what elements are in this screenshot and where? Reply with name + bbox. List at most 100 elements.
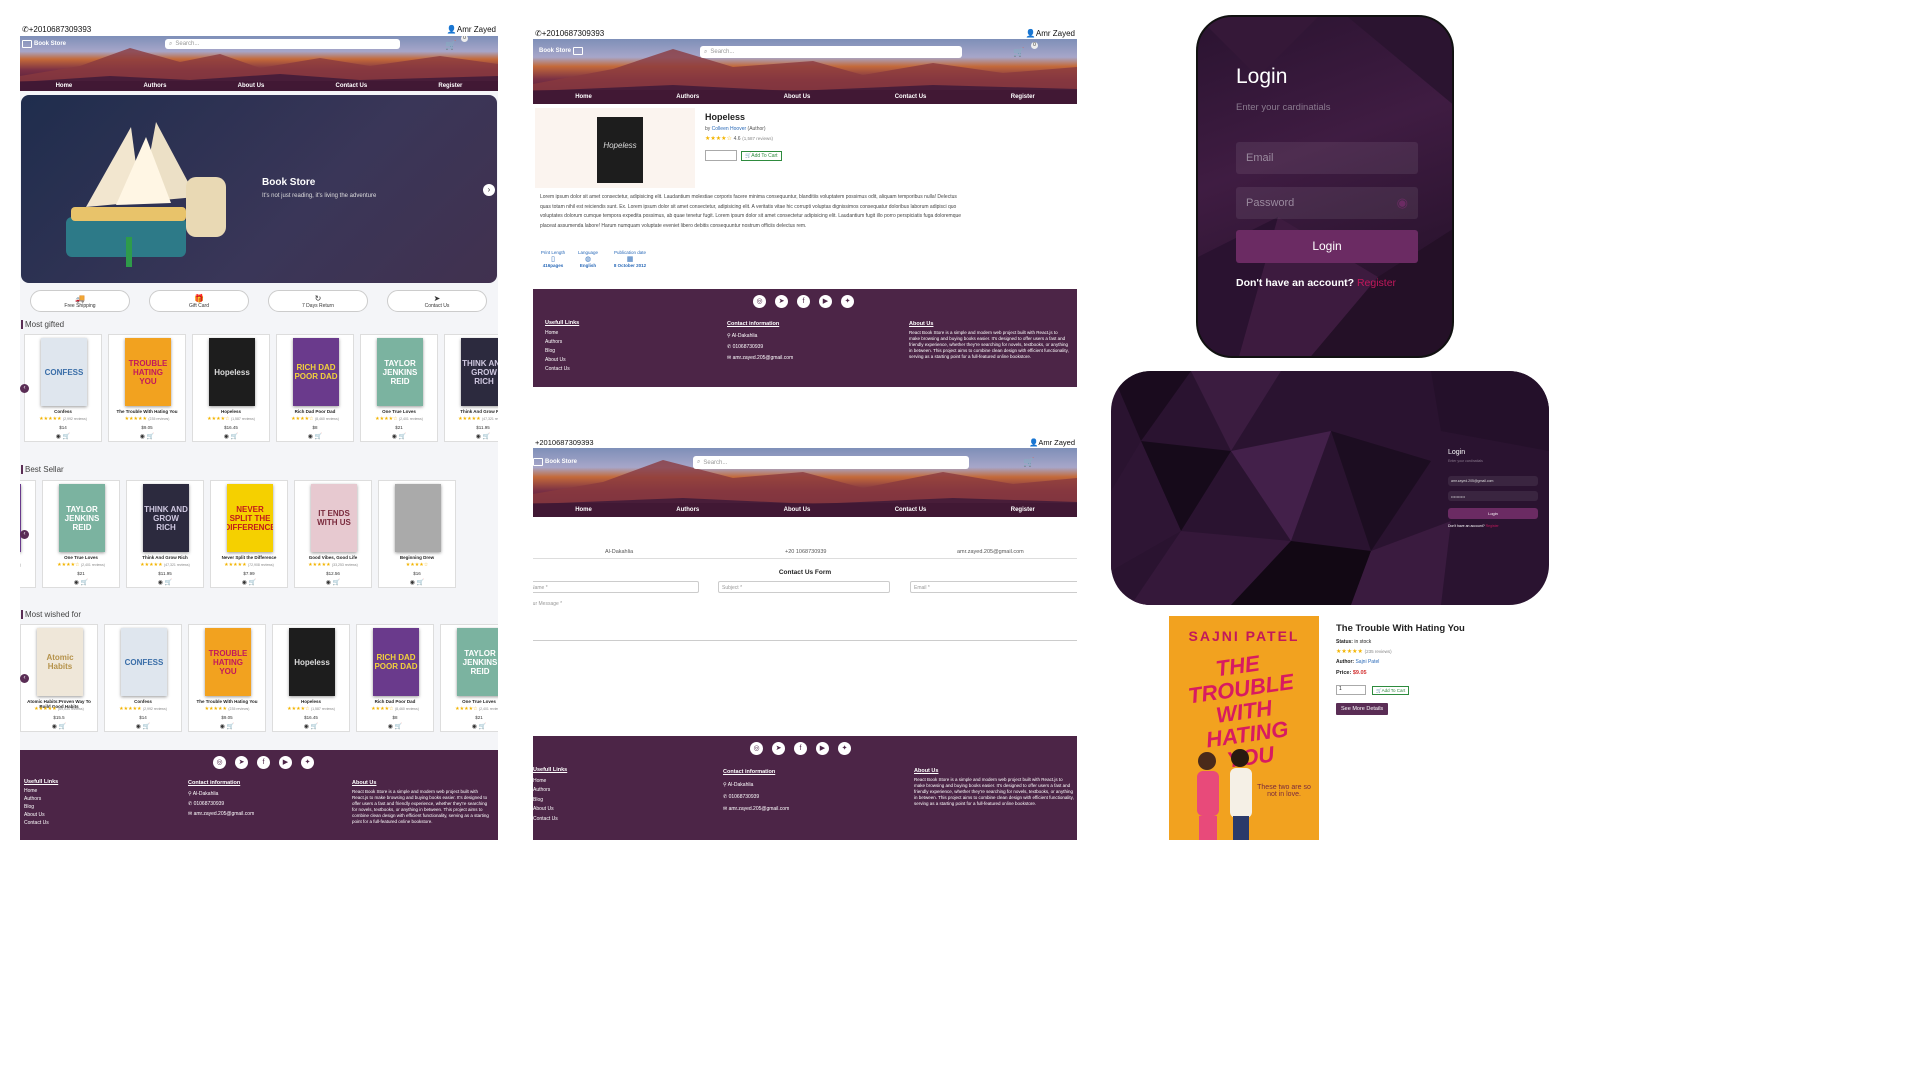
add-to-cart-button[interactable]: 🛒Add To Cart xyxy=(1372,686,1410,695)
nav-register[interactable]: Register xyxy=(438,83,462,89)
nav-register[interactable]: Register xyxy=(1011,94,1035,100)
nav-contact[interactable]: Contact Us xyxy=(895,507,927,513)
cart-icon[interactable]: 🛒 xyxy=(227,724,234,730)
subject-field[interactable]: Subject * xyxy=(718,581,890,593)
eye-icon[interactable]: ◉ xyxy=(392,434,397,440)
register-link[interactable]: Register xyxy=(1486,524,1499,528)
cart-icon[interactable]: 🛒 xyxy=(1013,47,1024,58)
book-card[interactable]: Hopeless Hopeless ★★★★☆ (1,587 reviews) $16… xyxy=(272,624,350,732)
slider-next-button[interactable]: › xyxy=(483,184,495,196)
eye-icon[interactable]: ◉ xyxy=(158,580,163,586)
cart-icon[interactable]: 🛒 xyxy=(147,434,154,440)
footer-link[interactable]: About Us xyxy=(533,805,567,815)
book-cover[interactable] xyxy=(395,484,441,552)
footer-link[interactable]: About Us xyxy=(545,356,579,365)
search-input[interactable]: ⌕ Search... xyxy=(165,39,400,49)
name-field[interactable]: Name * xyxy=(533,581,699,593)
book-cover[interactable]: Atomic Habits xyxy=(37,628,83,696)
footer-email[interactable]: ✉ amr.zayed.205@gmail.com xyxy=(727,353,793,364)
book-cover[interactable]: CONFESS xyxy=(41,338,87,406)
footer-link[interactable]: Home xyxy=(24,787,58,795)
book-card[interactable]: IT ENDS WITH US Good Vibes, Good Life ★★★★… xyxy=(294,480,372,588)
footer-link[interactable]: Contact Us xyxy=(533,815,567,825)
book-cover[interactable]: NEVER SPLIT THE DIFFERENCE xyxy=(227,484,273,552)
facebook-icon[interactable]: f xyxy=(797,295,810,308)
book-cover[interactable]: TAYLOR JENKINS REID xyxy=(457,628,498,696)
login-button[interactable]: Login xyxy=(1448,508,1538,519)
row-prev-arrow[interactable]: ‹ xyxy=(20,674,29,683)
book-card[interactable]: Beginning Drew ★★★★☆ $16 ◉ 🛒 xyxy=(378,480,456,588)
nav-about[interactable]: About Us xyxy=(784,507,811,513)
nav-contact[interactable]: Contact Us xyxy=(336,83,368,89)
feature-return[interactable]: ↻ 7 Days Return xyxy=(268,290,368,312)
book-cover[interactable]: Hopeless xyxy=(289,628,335,696)
cart-icon[interactable]: 🛒 xyxy=(479,724,486,730)
cart-icon[interactable]: 🛒 xyxy=(315,434,322,440)
instagram-icon[interactable]: ◎ xyxy=(753,295,766,308)
nav-home[interactable]: Home xyxy=(56,83,73,89)
book-card[interactable]: THINK AND GROW RICH Think And Grow Rich ★★… xyxy=(444,334,498,442)
footer-link[interactable]: Authors xyxy=(545,338,579,347)
cart-icon[interactable]: 🛒 xyxy=(417,580,424,586)
cart-icon[interactable]: 🛒 xyxy=(311,724,318,730)
author-link[interactable]: Colleen Hoover xyxy=(712,126,746,132)
book-card[interactable]: RICH DAD POOR DAD Rich Dad Poor Dad ★★★★☆ … xyxy=(356,624,434,732)
eye-icon[interactable]: ◉ xyxy=(476,434,481,440)
book-card[interactable]: TAYLOR JENKINS REID One True Loves ★★★★☆ (… xyxy=(360,334,438,442)
user-name[interactable]: 👤Amr Zayed xyxy=(447,25,496,34)
password-field[interactable]: •••••••••• xyxy=(1448,491,1538,501)
book-card[interactable]: Hopeless Hopeless ★★★★☆ (1,587 reviews) $16… xyxy=(192,334,270,442)
book-cover[interactable]: TAYLOR JENKINS REID xyxy=(377,338,423,406)
register-link[interactable]: Register xyxy=(1357,277,1396,289)
email-field[interactable]: Email * xyxy=(910,581,1077,593)
telegram-icon[interactable]: ➤ xyxy=(235,756,248,769)
eye-icon[interactable]: ◉ xyxy=(388,724,393,730)
add-to-cart-button[interactable]: 🛒Add To Cart xyxy=(741,151,782,161)
book-cover[interactable]: TROUBLE HATING YOU xyxy=(125,338,171,406)
footer-link[interactable]: Blog xyxy=(533,796,567,806)
book-cover[interactable]: RICH DAD POOR DAD xyxy=(293,338,339,406)
eye-icon[interactable]: ◉ xyxy=(56,434,61,440)
nav-authors[interactable]: Authors xyxy=(143,83,166,89)
twitter-icon[interactable]: ✦ xyxy=(838,742,851,755)
email-field[interactable]: amr.zayed.205@gmail.com xyxy=(1448,476,1538,486)
book-cover[interactable]: THINK AND GROW RICH xyxy=(143,484,189,552)
author-link[interactable]: Sajni Patel xyxy=(1355,659,1379,665)
quantity-input[interactable] xyxy=(705,150,737,161)
book-card[interactable]: NEVER SPLIT THE DIFFERENCE Never Split th… xyxy=(210,480,288,588)
book-card[interactable]: TROUBLE HATING YOU The Trouble With Hatin… xyxy=(188,624,266,732)
cart-icon[interactable]: 🛒 xyxy=(1023,457,1034,468)
footer-link[interactable]: Home xyxy=(533,777,567,787)
feature-free-shipping[interactable]: 🚚 Free Shipping xyxy=(30,290,130,312)
footer-link[interactable]: Contact Us xyxy=(545,365,579,374)
footer-email[interactable]: ✉ amr.zayed.205@gmail.com xyxy=(188,809,254,819)
eye-icon[interactable]: ◉ xyxy=(1397,195,1408,211)
book-card[interactable]: TROUBLE HATING YOU The Trouble With Hatin… xyxy=(108,334,186,442)
see-more-details-button[interactable]: See More Details xyxy=(1336,703,1389,715)
instagram-icon[interactable]: ◎ xyxy=(213,756,226,769)
eye-icon[interactable]: ◉ xyxy=(308,434,313,440)
site-logo[interactable]: Book Store xyxy=(539,47,584,55)
instagram-icon[interactable]: ◎ xyxy=(750,742,763,755)
nav-about[interactable]: About Us xyxy=(238,83,265,89)
book-cover[interactable]: RICH DAD POOR DAD xyxy=(373,628,419,696)
book-cover[interactable]: CONFESS xyxy=(121,628,167,696)
book-card[interactable]: Atomic Habits Atomic Habits:Proven Way To… xyxy=(20,624,98,732)
footer-link[interactable]: Contact Us xyxy=(24,819,58,827)
feature-contact[interactable]: ➤ Contact Us xyxy=(387,290,487,312)
eye-icon[interactable]: ◉ xyxy=(140,434,145,440)
cart-icon[interactable]: 🛒 xyxy=(333,580,340,586)
book-card[interactable]: CONFESS Confess ★★★★★ (2,992 reviews) $14 ◉ … xyxy=(104,624,182,732)
footer-link[interactable]: Blog xyxy=(545,347,579,356)
cart-icon[interactable]: 🛒 xyxy=(63,434,70,440)
footer-link[interactable]: Authors xyxy=(533,786,567,796)
eye-icon[interactable]: ◉ xyxy=(410,580,415,586)
email-field[interactable]: Email xyxy=(1236,142,1418,174)
row-prev-arrow[interactable]: ‹ xyxy=(20,384,29,393)
login-button[interactable]: Login xyxy=(1236,230,1418,263)
nav-home[interactable]: Home xyxy=(575,94,592,100)
cart-icon[interactable]: 🛒 xyxy=(483,434,490,440)
book-cover[interactable]: Hopeless xyxy=(209,338,255,406)
eye-icon[interactable]: ◉ xyxy=(326,580,331,586)
book-cover[interactable]: TAYLOR JENKINS REID xyxy=(59,484,105,552)
